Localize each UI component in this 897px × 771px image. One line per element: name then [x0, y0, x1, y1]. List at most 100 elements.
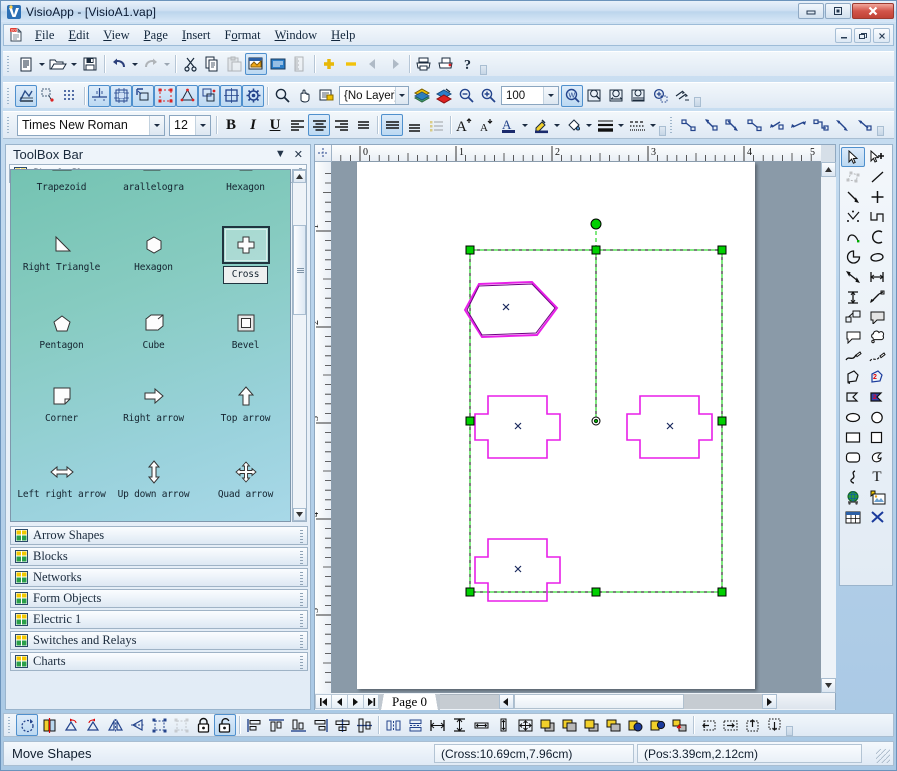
edit-vertex-icon[interactable] [841, 167, 865, 187]
toolbox-close-icon[interactable]: ✕ [294, 148, 303, 161]
pen-dashed-icon[interactable] [865, 347, 889, 367]
line-style-icon[interactable] [626, 114, 648, 136]
settings-gear-icon[interactable] [242, 85, 264, 107]
line-weight-dropdown[interactable] [616, 114, 626, 136]
frame-icon[interactable] [220, 85, 242, 107]
shape-item-cross[interactable]: Cross [199, 226, 291, 284]
canvas-viewport[interactable] [332, 162, 821, 693]
zoom-minus-icon[interactable] [340, 53, 362, 75]
undo-icon[interactable] [108, 53, 130, 75]
resize-grip[interactable] [876, 749, 890, 763]
horizontal-ruler[interactable]: 012 345 [332, 145, 821, 162]
offset-down-icon[interactable] [763, 714, 785, 736]
drawing-svg[interactable] [357, 162, 755, 689]
snap-crosshair-icon[interactable] [88, 85, 110, 107]
connector-up-icon[interactable] [832, 114, 854, 136]
flip-horizontal-icon[interactable] [104, 714, 126, 736]
fit-width-icon[interactable] [605, 85, 627, 107]
fit-page-icon[interactable] [583, 85, 605, 107]
category-networks[interactable]: Networks [10, 568, 308, 587]
decrease-font-icon[interactable]: A [476, 114, 498, 136]
toolbar-grip[interactable] [7, 715, 14, 735]
close-button[interactable] [852, 3, 894, 19]
connector-left-icon[interactable] [766, 114, 788, 136]
shape-item-trapezoid[interactable]: Trapezoid [15, 169, 108, 194]
flip-icon[interactable] [38, 714, 60, 736]
category-drag-dots[interactable] [300, 530, 303, 543]
underline-icon[interactable]: U [264, 114, 286, 136]
fragment-icon[interactable] [668, 714, 690, 736]
category-electric-1[interactable]: Electric 1 [10, 610, 308, 629]
send-back-icon[interactable] [602, 714, 624, 736]
shape-item-hexagon[interactable]: Hexagon [107, 228, 200, 274]
pie-icon[interactable] [841, 247, 865, 267]
shape-item-bevel[interactable]: Bevel [199, 306, 291, 352]
leader-icon[interactable] [865, 287, 889, 307]
mdi-restore-button[interactable] [854, 28, 871, 43]
layers-stack-icon[interactable] [411, 85, 433, 107]
hscroll-right-button[interactable] [762, 694, 777, 709]
canvas-vertical-scrollbar[interactable] [821, 162, 836, 693]
page-sheet[interactable] [357, 162, 755, 689]
circle-icon[interactable] [865, 407, 889, 427]
zoom-selection-icon[interactable]: W [561, 85, 583, 107]
properties-icon[interactable] [245, 53, 267, 75]
open-folder-icon[interactable] [47, 53, 69, 75]
zoom-in-icon[interactable] [477, 85, 499, 107]
shape-item-quad-arrow[interactable]: Quad arrow [199, 455, 291, 501]
offset-up-icon[interactable] [741, 714, 763, 736]
space-across-icon[interactable] [426, 714, 448, 736]
delete-x-icon[interactable] [865, 507, 889, 527]
minimize-button[interactable] [798, 3, 824, 19]
hscroll-thumb[interactable] [514, 694, 684, 709]
toolbar-grip[interactable] [669, 115, 676, 135]
cloud-bubble-icon[interactable] [865, 327, 889, 347]
shape-item-corner[interactable]: Corner [15, 379, 108, 425]
align-to-shape-icon[interactable] [132, 85, 154, 107]
toolbar-overflow[interactable] [876, 114, 884, 136]
font-size-combo[interactable]: 12 [169, 115, 211, 136]
grid-snap-icon[interactable] [110, 85, 132, 107]
toolbar-overflow[interactable] [479, 53, 487, 75]
globe-icon[interactable] [841, 487, 865, 507]
double-arrow-icon[interactable] [841, 267, 865, 287]
font-color-dropdown[interactable] [520, 114, 530, 136]
grid-dots-icon[interactable] [59, 85, 81, 107]
shape-item-top-arrow[interactable]: Top arrow [199, 379, 291, 425]
toolbar-overflow[interactable] [785, 714, 793, 736]
category-arrow-shapes[interactable]: Arrow Shapes [10, 526, 308, 545]
flip-vertical-icon[interactable] [126, 714, 148, 736]
highlight-color-dropdown[interactable] [552, 114, 562, 136]
text-tool-icon[interactable]: T [865, 467, 889, 487]
fit-height-icon[interactable] [627, 85, 649, 107]
zoom-plus-icon[interactable] [318, 53, 340, 75]
zoom-combo[interactable]: 100 [501, 86, 559, 105]
offset-right-icon[interactable] [719, 714, 741, 736]
last-page-button[interactable] [363, 694, 379, 709]
maximize-button[interactable] [825, 3, 851, 19]
table-icon[interactable] [841, 507, 865, 527]
arc-icon[interactable] [865, 227, 889, 247]
polygon-2-icon[interactable]: 2 [865, 367, 889, 387]
layer-combo-arrow[interactable] [395, 87, 408, 104]
bold-icon[interactable]: B [220, 114, 242, 136]
bullet-list-icon[interactable] [425, 114, 447, 136]
mdi-close-button[interactable] [873, 28, 890, 43]
ellipse-icon[interactable] [841, 407, 865, 427]
dimension-v-icon[interactable] [841, 287, 865, 307]
toolbar-overflow[interactable] [693, 85, 701, 107]
shape-item-cube[interactable]: Cube [107, 306, 200, 352]
first-page-button[interactable] [315, 694, 331, 709]
lock-icon[interactable] [192, 714, 214, 736]
category-blocks[interactable]: Blocks [10, 547, 308, 566]
ruler-icon[interactable] [289, 53, 311, 75]
shape-item-hexagon-flat[interactable]: Hexagon [199, 169, 291, 194]
undo-dropdown[interactable] [130, 53, 140, 75]
bring-front-icon[interactable] [580, 714, 602, 736]
connector-left-up-icon[interactable] [700, 114, 722, 136]
zoom-region-icon[interactable] [649, 85, 671, 107]
fill-color-icon[interactable] [562, 114, 584, 136]
scroll-down-button[interactable] [293, 508, 306, 521]
flag-2-icon[interactable]: 2 [865, 387, 889, 407]
font-family-arrow[interactable] [149, 116, 164, 135]
